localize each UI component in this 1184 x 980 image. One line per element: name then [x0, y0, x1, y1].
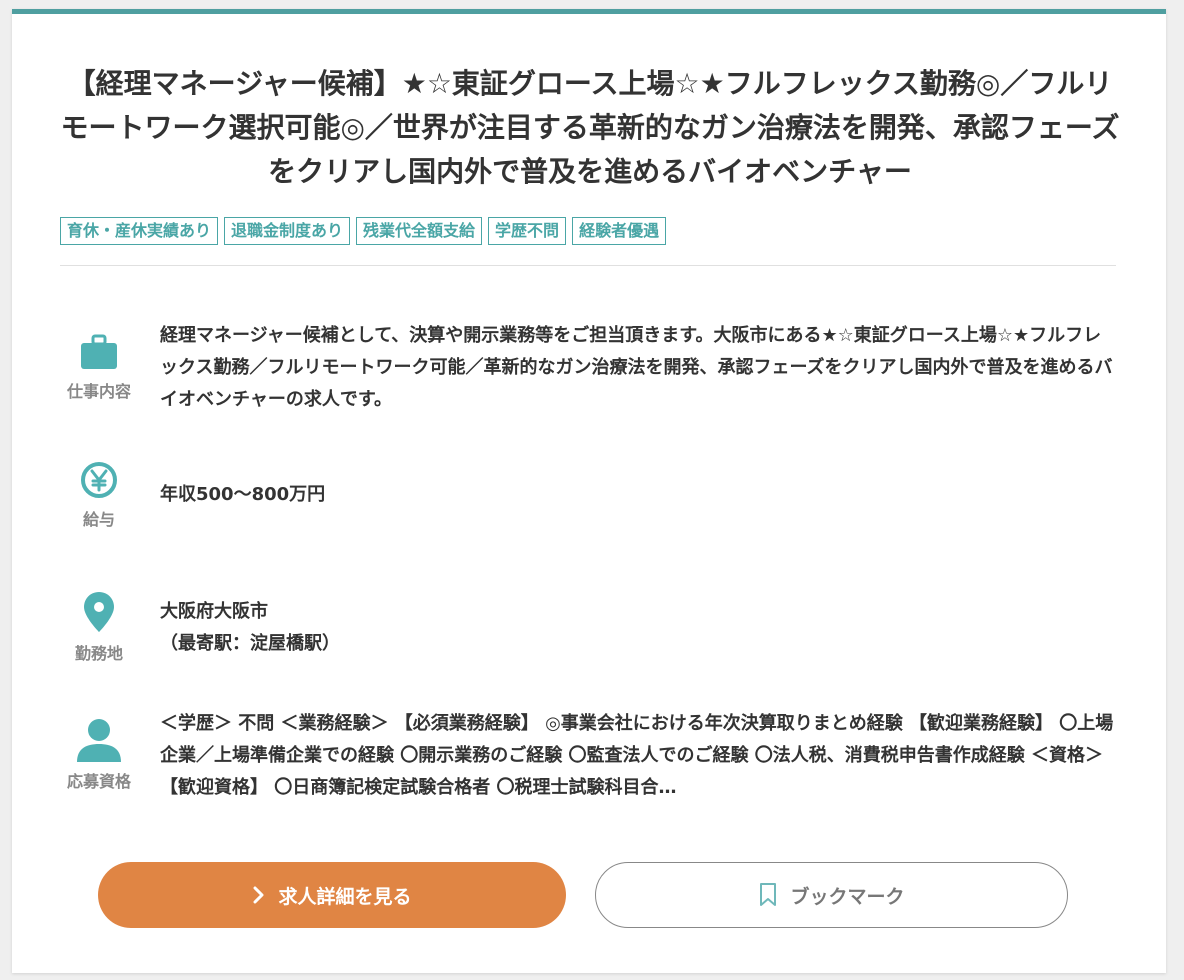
job-title[interactable]: 【経理マネージャー候補】★☆東証グロース上場☆★フルフレックス勤務◎／フルリモー… — [60, 62, 1120, 194]
tag: 育休・産休実績あり — [60, 217, 219, 245]
job-card: 【経理マネージャー候補】★☆東証グロース上場☆★フルフレックス勤務◎／フルリモー… — [12, 9, 1166, 973]
salary-text: 年収500〜800万円 — [160, 484, 326, 505]
view-details-button[interactable]: 求人詳細を見る — [98, 862, 566, 928]
tag: 学歴不問 — [488, 217, 567, 245]
bookmark-label: ブックマーク — [790, 885, 905, 908]
location-heading: 勤務地 — [60, 590, 138, 664]
salary-heading: 給与 — [60, 460, 138, 530]
yen-icon — [81, 462, 117, 498]
tag-list: 育休・産休実績あり 退職金制度あり 残業代全額支給 学歴不問 経験者優遇 — [60, 217, 667, 245]
work-content-label: 仕事内容 — [66, 382, 131, 401]
map-pin-icon — [84, 592, 114, 632]
location-label: 勤務地 — [74, 644, 123, 663]
qualification-label: 応募資格 — [66, 772, 131, 791]
tag: 経験者優遇 — [572, 217, 667, 245]
tag: 残業代全額支給 — [356, 217, 483, 245]
location-text: 大阪府大阪市 （最寄駅：淀屋橋駅） — [160, 596, 1115, 660]
qualification-text: ＜学歴＞ 不問 ＜業務経験＞ 【必須業務経験】 ◎事業会社における年次決算取りま… — [160, 713, 1114, 798]
salary-label: 給与 — [82, 510, 115, 529]
location-station: （最寄駅：淀屋橋駅） — [160, 633, 340, 654]
tag: 退職金制度あり — [224, 217, 351, 245]
person-icon — [77, 719, 121, 762]
qualification-heading: 応募資格 — [60, 718, 138, 792]
bookmark-icon — [760, 883, 777, 906]
work-content-text: 経理マネージャー候補として、決算や開示業務等をご担当頂きます。大阪市にある★☆東… — [160, 325, 1113, 410]
bookmark-button[interactable]: ブックマーク — [595, 862, 1068, 928]
location-city: 大阪府大阪市 — [160, 601, 268, 622]
chevron-right-icon — [253, 886, 264, 904]
view-details-label: 求人詳細を見る — [278, 885, 412, 908]
briefcase-icon — [81, 334, 117, 369]
work-content-heading: 仕事内容 — [60, 332, 138, 402]
divider — [60, 265, 1116, 266]
